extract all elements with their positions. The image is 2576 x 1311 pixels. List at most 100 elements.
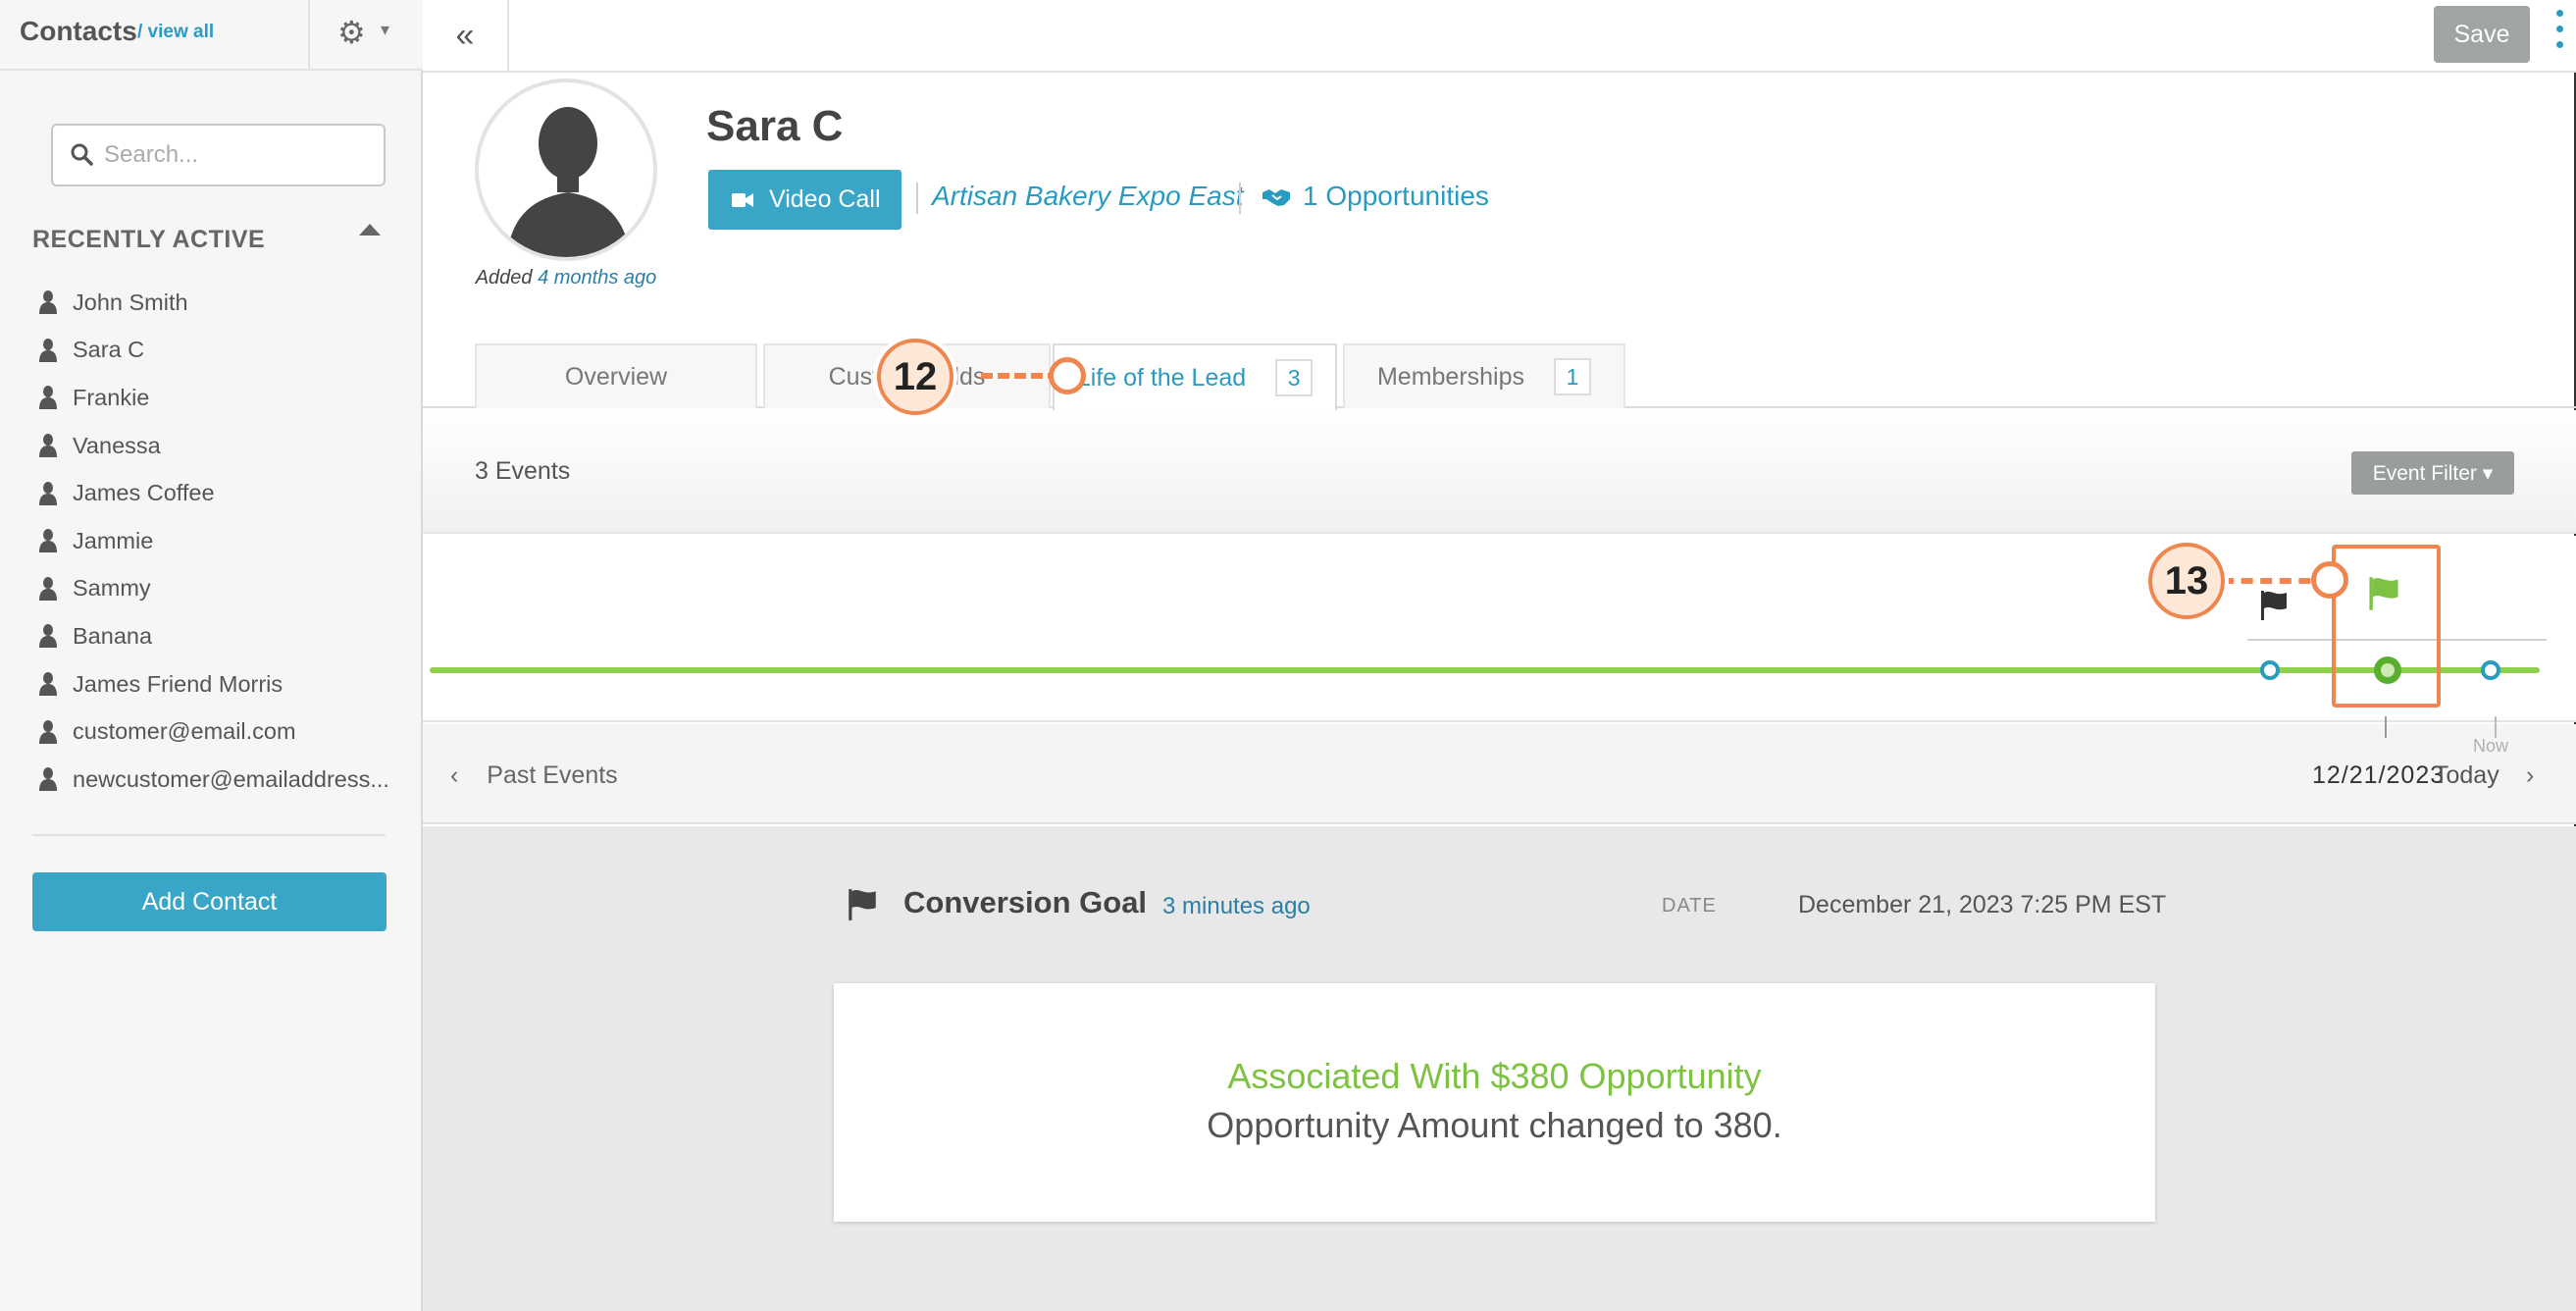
today-button[interactable]: Today [2434, 761, 2499, 790]
contact-name: James Friend Morris [73, 670, 283, 697]
video-call-button[interactable]: Video Call [708, 170, 902, 230]
sidebar-title: Contacts [20, 16, 137, 46]
person-icon [39, 481, 57, 505]
events-timeline [423, 536, 2576, 722]
tab-count-badge: 1 [1554, 358, 1592, 395]
callout-connector [981, 373, 1059, 379]
recent-contact-item[interactable]: Sara C [39, 327, 412, 375]
contact-name: Sammy [73, 575, 151, 602]
now-label: Now [2473, 736, 2509, 756]
associated-opportunity-text: Associated With $380 Opportunity [1227, 1056, 1762, 1096]
person-icon [39, 529, 57, 553]
tab-overview[interactable]: Overview [475, 343, 757, 408]
callout-badge: 12 [877, 339, 953, 415]
profile-tabs: Overview Custom Fields Life of the Lead … [423, 343, 2576, 410]
tab-label: Memberships [1376, 362, 1525, 391]
contact-name: Jammie [73, 527, 154, 553]
timeline-event-dot[interactable] [2257, 657, 2283, 683]
chevron-left-icon: ‹ [450, 761, 459, 789]
settings-menu[interactable]: ⚙ ▾ [308, 0, 423, 71]
tab-memberships[interactable]: Memberships 1 [1343, 343, 1625, 408]
person-icon [39, 672, 57, 697]
contacts-sidebar: Contacts / view all ⚙ ▾ RECENTLY ACTIVE … [0, 0, 423, 1311]
date-tick-label: 12/21/2023 [2312, 761, 2446, 789]
tab-count-badge: 3 [1275, 359, 1314, 396]
view-all-link[interactable]: / view all [137, 22, 214, 43]
contact-name: John Smith [73, 288, 188, 315]
recent-contact-item[interactable]: James Friend Morris [39, 660, 412, 708]
person-icon [39, 338, 57, 362]
tab-label: Life of the Lead [1076, 363, 1247, 392]
search-input[interactable] [104, 135, 369, 175]
callout-target-marker [1049, 357, 1086, 394]
contact-name: Banana [73, 622, 153, 649]
sidebar-header: Contacts / view all ⚙ ▾ [0, 0, 423, 71]
flag-icon[interactable] [2257, 589, 2291, 622]
callout-highlight-box [2332, 545, 2441, 708]
add-contact-button[interactable]: Add Contact [32, 872, 386, 931]
date-tick-mark [2385, 716, 2387, 738]
collapse-arrow-icon[interactable] [359, 224, 381, 236]
recent-contact-item[interactable]: customer@email.com [39, 708, 412, 756]
sidebar-divider [32, 834, 386, 836]
separator [1239, 183, 1241, 214]
events-header: 3 Events Event Filter ▾ [423, 410, 2576, 534]
separator [916, 183, 918, 214]
added-info: Added 4 months ago [475, 267, 657, 289]
person-silhouette-icon [506, 107, 631, 257]
avatar [475, 79, 657, 261]
person-icon [39, 386, 57, 410]
opportunity-change-text: Opportunity Amount changed to 380. [1207, 1105, 1782, 1145]
search-icon [71, 143, 93, 166]
person-icon [39, 767, 57, 792]
collapse-sidebar-button[interactable]: « [423, 0, 509, 71]
event-link[interactable]: Artisan Bakery Expo East [932, 181, 1243, 212]
contact-name: Frankie [73, 384, 150, 410]
event-filter-dropdown[interactable]: Event Filter ▾ [2351, 451, 2514, 495]
recent-contact-item[interactable]: Sammy [39, 565, 412, 613]
now-tick-mark [2495, 716, 2497, 738]
timeline-event-dot[interactable] [2478, 657, 2503, 683]
search-box[interactable] [51, 124, 386, 186]
person-icon [39, 434, 57, 458]
tab-life-of-the-lead[interactable]: Life of the Lead 3 [1053, 343, 1337, 410]
past-events-label: Past Events [487, 761, 618, 789]
contact-name: Vanessa [73, 432, 161, 458]
recent-contact-item[interactable]: James Coffee [39, 469, 412, 517]
callout-badge: 13 [2148, 543, 2225, 619]
video-call-label: Video Call [769, 185, 881, 213]
recent-contact-item[interactable]: newcustomer@emailaddress... [39, 756, 412, 804]
recently-active-heading: RECENTLY ACTIVE [32, 226, 266, 253]
contact-name: customer@email.com [73, 718, 296, 745]
contact-name-title: Sara C [706, 102, 844, 150]
event-detail-panel: Conversion Goal 3 minutes ago DATE Decem… [423, 826, 2576, 1311]
event-time-ago: 3 minutes ago [1162, 893, 1311, 919]
tab-label: Overview [564, 362, 668, 391]
opportunities-link[interactable]: 1 Opportunities [1303, 181, 1489, 212]
date-label: DATE [1662, 895, 1717, 917]
recent-contact-item[interactable]: Frankie [39, 374, 412, 422]
recent-contact-item[interactable]: John Smith [39, 279, 412, 327]
person-icon [39, 290, 57, 315]
recent-contact-item[interactable]: Jammie [39, 517, 412, 565]
caret-down-icon[interactable]: ▾ [381, 20, 389, 40]
more-options-icon[interactable] [2556, 10, 2564, 57]
gear-icon[interactable]: ⚙ [337, 14, 366, 51]
handshake-icon [1262, 189, 1290, 206]
event-date-value: December 21, 2023 7:25 PM EST [1798, 891, 2167, 918]
recent-contact-item[interactable]: Vanessa [39, 422, 412, 470]
recent-contact-item[interactable]: Banana [39, 612, 412, 660]
past-events-button[interactable]: ‹ Past Events [450, 761, 618, 790]
chevron-right-icon[interactable]: › [2526, 761, 2534, 790]
person-icon [39, 624, 57, 649]
timeline-navigation: ‹ Past Events 12/21/2023 Now Today › [423, 716, 2576, 824]
contact-name: James Coffee [73, 480, 215, 506]
contact-name: newcustomer@emailaddress... [73, 765, 389, 792]
video-camera-icon [732, 192, 753, 207]
added-prefix: Added [475, 267, 533, 288]
flag-icon [849, 889, 876, 920]
save-button[interactable]: Save [2434, 6, 2530, 63]
event-title: Conversion Goal [903, 885, 1148, 919]
added-ago: 4 months ago [538, 267, 657, 288]
person-icon [39, 719, 57, 744]
